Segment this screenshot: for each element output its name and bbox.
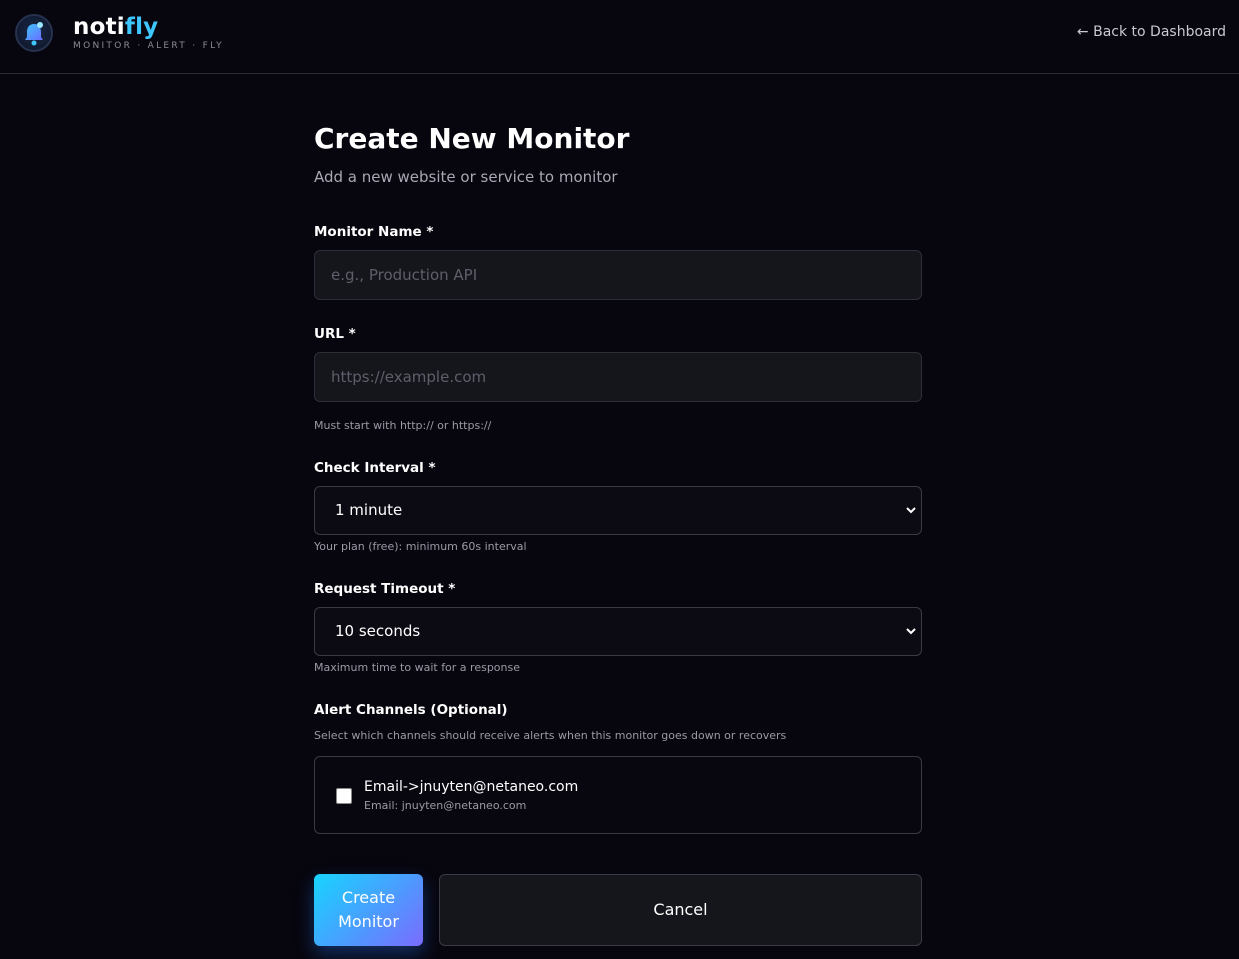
alert-channel-item[interactable]: Email->jnuyten@netaneo.com Email: jnuyte…: [314, 756, 922, 834]
alert-channels-label: Alert Channels (Optional): [314, 702, 508, 718]
url-input[interactable]: [314, 352, 922, 402]
cancel-button[interactable]: Cancel: [439, 874, 922, 946]
page-subtitle: Add a new website or service to monitor: [314, 168, 618, 186]
monitor-name-label: Monitor Name *: [314, 224, 434, 240]
app-header: notifly MONITOR · ALERT · FLY ← Back to …: [0, 0, 1239, 74]
request-timeout-label: Request Timeout *: [314, 581, 456, 597]
request-timeout-value: 10 seconds: [335, 622, 421, 640]
brand-name-part1: noti: [73, 14, 125, 40]
brand: notifly MONITOR · ALERT · FLY: [73, 14, 224, 51]
request-timeout-select[interactable]: 10 seconds: [314, 607, 922, 656]
alert-channel-checkbox[interactable]: [336, 788, 352, 804]
chevron-down-icon: [906, 628, 916, 635]
bell-icon: [25, 22, 43, 46]
alert-channel-subtitle: Email: jnuyten@netaneo.com: [364, 799, 527, 812]
logo-bell-icon: [15, 14, 53, 52]
back-to-dashboard-link[interactable]: ← Back to Dashboard: [1077, 24, 1226, 40]
alert-channels-hint: Select which channels should receive ale…: [314, 729, 787, 742]
chevron-down-icon: [906, 507, 916, 514]
check-interval-select[interactable]: 1 minute: [314, 486, 922, 535]
monitor-name-input[interactable]: [314, 250, 922, 300]
brand-name-part2: fly: [124, 14, 159, 40]
url-label: URL *: [314, 326, 356, 342]
url-hint: Must start with http:// or https://: [314, 419, 492, 432]
check-interval-hint: Your plan (free): minimum 60s interval: [314, 540, 527, 553]
page-title: Create New Monitor: [314, 122, 630, 155]
create-monitor-button[interactable]: Create Monitor: [314, 874, 423, 946]
check-interval-value: 1 minute: [335, 501, 403, 519]
request-timeout-hint: Maximum time to wait for a response: [314, 661, 521, 674]
brand-name: notifly: [73, 14, 224, 40]
brand-tagline: MONITOR · ALERT · FLY: [73, 41, 224, 51]
check-interval-label: Check Interval *: [314, 460, 436, 476]
alert-channel-title: Email->jnuyten@netaneo.com: [364, 779, 579, 795]
